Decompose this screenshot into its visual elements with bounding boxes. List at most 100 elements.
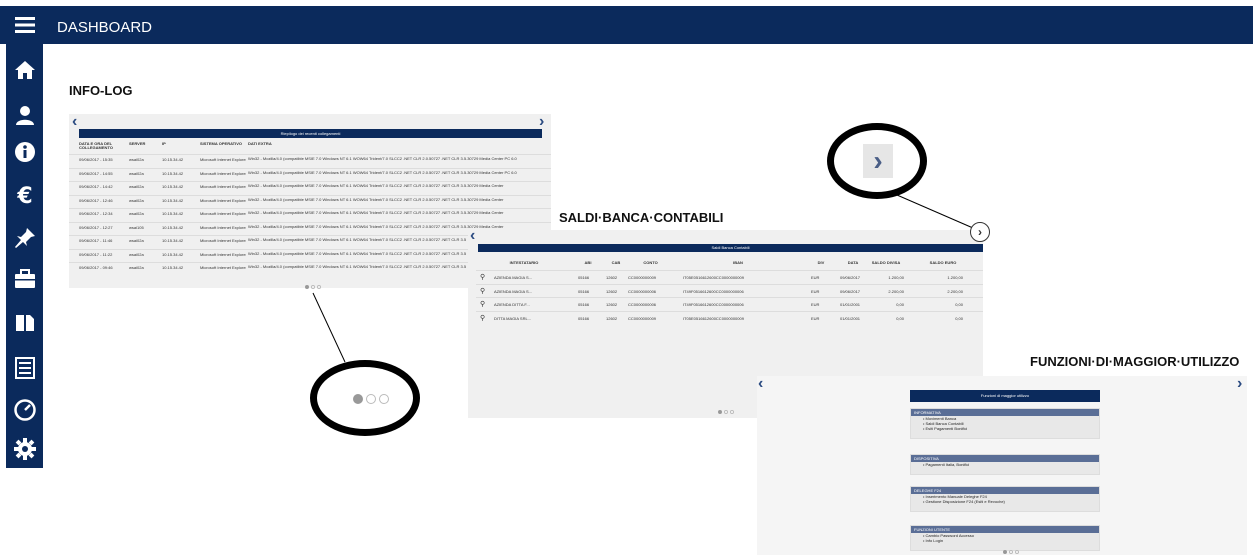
gear-icon[interactable] [6, 430, 43, 467]
table-cell: AZIENDA MAGIA S... [494, 288, 533, 294]
chevron-left-icon[interactable]: ‹ [758, 376, 763, 392]
table-row: 09/06/2017 - 14:42 wsai02a 10.15.34.42 Micr… [69, 181, 551, 195]
table-cell: AZIENDA MAGIA S... [494, 275, 533, 280]
function-group-header: DELEGHE F24 [911, 487, 1099, 494]
page-dot-active[interactable] [718, 410, 722, 414]
hamburger-icon[interactable] [6, 6, 43, 43]
table-cell: 05166 [578, 288, 590, 294]
table-cell: 1.200,00 [947, 275, 963, 280]
callout-line [312, 292, 346, 363]
page-dot[interactable] [724, 410, 728, 414]
function-group: FUNZIONI UTENTE • Cambio Password Accesso… [910, 525, 1100, 551]
table-cell: 10.15.34.42 [162, 251, 184, 257]
table-cell: 0,00 [896, 302, 904, 307]
table-cell: 2.200,00 [888, 288, 904, 294]
list-icon[interactable] [6, 349, 43, 386]
table-cell: CC0000000009 [628, 275, 657, 280]
function-group: INFORMATIVA • Movimenti Banca • Saldi Banc… [910, 408, 1100, 439]
next-arrow-zoom-callout: › [827, 123, 927, 199]
table-cell: 10.15.34.42 [162, 265, 184, 270]
table-cell: Win32 - Mozilla/4.0 (compatible MSIE 7.0… [248, 170, 517, 175]
documents-icon[interactable] [6, 304, 43, 341]
function-link[interactable]: • Esiti Pagamenti Bonifici [911, 426, 1099, 431]
table-cell: 05166 [578, 275, 590, 280]
table-cell: Win32 - Mozilla/4.0 (compatible MSIE 7.0… [248, 184, 504, 188]
column-header: CONTO [643, 260, 658, 265]
table-row: 09/06/2017 - 14:55 wsai02a 10.15.34.42 Micr… [69, 167, 551, 182]
euro-icon[interactable]: € [6, 176, 43, 213]
function-group-header: FUNZIONI UTENTE [911, 526, 1099, 533]
magnifier-icon[interactable]: ⚲ [480, 273, 485, 281]
page-dot[interactable] [730, 410, 734, 414]
chevron-right-icon[interactable]: › [1237, 376, 1242, 392]
table-cell: Microsoft Internet Explorer [200, 238, 246, 243]
pin-icon[interactable] [6, 219, 43, 256]
chevron-right-icon[interactable]: › [539, 114, 544, 130]
table-cell: 10.15.34.42 [162, 224, 184, 230]
page-dot[interactable] [317, 285, 321, 289]
page-dot-active[interactable] [1003, 550, 1007, 554]
function-link[interactable]: • Pagamenti Italia, Bonifici [911, 462, 1099, 467]
table-cell: 05166 [578, 315, 590, 321]
page-dot[interactable] [1009, 550, 1013, 554]
table-cell: wsai02a [129, 251, 144, 257]
table-row[interactable]: ⚲ DITTA MAGIA SRL... 05166 12602 CC000000000… [476, 310, 983, 325]
table-cell: 10.15.34.42 [162, 197, 184, 203]
table-cell: 09/06/2017 - 12:46 [79, 197, 113, 203]
column-header: IBAN [733, 260, 743, 265]
briefcase-icon[interactable] [6, 260, 43, 297]
table-cell: wsai02a [129, 211, 144, 216]
page-dot[interactable] [1015, 550, 1019, 554]
table-cell: 09/06/2017 - 12:27 [79, 224, 113, 230]
column-header: CAB [611, 260, 621, 265]
speedometer-icon[interactable] [6, 391, 43, 428]
function-group: DISPOSITIVA • Pagamenti Italia, Bonifici [910, 454, 1100, 475]
table-row[interactable]: ⚲ AZIENDA MAGIA S... 05166 12602 CC000000000… [476, 270, 983, 284]
pagination-zoom-callout [310, 360, 420, 436]
table-cell: 05166 [578, 302, 590, 307]
table-cell: EUR [811, 315, 820, 321]
table-cell: 09/06/2017 - 12:34 [79, 211, 113, 216]
table-cell: Win32 - Mozilla/4.0 (compatible MSIE 7.0… [248, 211, 504, 215]
table-row: 09/06/2017 - 12:46 wsai02a 10.15.34.42 Micr… [69, 194, 551, 209]
table-cell: 0,00 [955, 302, 963, 307]
table-cell: wsai02a [129, 170, 144, 176]
column-header: DATI EXTRA [248, 142, 272, 146]
magnifier-icon[interactable]: ⚲ [480, 287, 485, 295]
table-cell: CC0000000006 [628, 302, 657, 307]
table-cell: 10.15.34.42 [162, 157, 184, 162]
chevron-left-icon[interactable]: ‹ [470, 228, 475, 244]
table-row[interactable]: ⚲ AZIENDA DITTA F... 05166 12602 CC000000000… [476, 297, 983, 311]
table-row[interactable]: ⚲ AZIENDA MAGIA S... 05166 12602 CC000000000… [476, 283, 983, 298]
page-dot-active [353, 394, 363, 404]
table-cell: 01/01/2001 [840, 302, 861, 307]
home-icon[interactable] [6, 51, 43, 88]
next-arrow-highlight[interactable]: › [970, 222, 990, 242]
column-header: DATA E ORA DEL COLLEGAMENTO [79, 142, 113, 150]
funzioni-pagination [1003, 550, 1019, 554]
table-cell: wsai105 [129, 224, 144, 230]
infolog-table-title: Riepilogo dei recenti collegamenti [79, 129, 542, 138]
magnifier-icon[interactable]: ⚲ [480, 300, 485, 308]
table-cell: IT05E0516612600CC0000000009 [683, 275, 744, 280]
page-dot-active[interactable] [305, 285, 309, 289]
page-dot[interactable] [311, 285, 315, 289]
table-cell: 09/06/2017 - 09:46 [79, 265, 113, 270]
table-cell: 0,00 [955, 315, 963, 321]
table-cell: Win32 - Mozilla/4.0 (compatible MSIE 7.0… [248, 157, 517, 161]
magnifier-icon[interactable]: ⚲ [480, 314, 485, 322]
table-cell: 09/06/2017 - 14:42 [79, 184, 113, 189]
table-cell: Win32 - Mozilla/4.0 (compatible MSIE 7.0… [248, 197, 504, 202]
function-link[interactable]: • Gestione Disposizione F24 (Esiti e Rev… [911, 499, 1099, 504]
table-row: 09/06/2017 - 15:35 wsai02a 10.15.34.42 Micr… [69, 154, 551, 168]
chevron-left-icon[interactable]: ‹ [72, 114, 77, 130]
column-header: SALDO DIVISA [871, 260, 901, 265]
user-icon[interactable] [6, 96, 43, 133]
table-cell: Microsoft Internet Explorer [200, 251, 246, 257]
function-link[interactable]: • Info Login [911, 538, 1099, 543]
saldi-title: SALDI·BANCA·CONTABILI [559, 210, 724, 225]
table-cell: EUR [811, 302, 820, 307]
chevron-right-icon: › [863, 144, 893, 178]
column-header: DIV [817, 260, 825, 265]
info-icon[interactable] [6, 133, 43, 170]
